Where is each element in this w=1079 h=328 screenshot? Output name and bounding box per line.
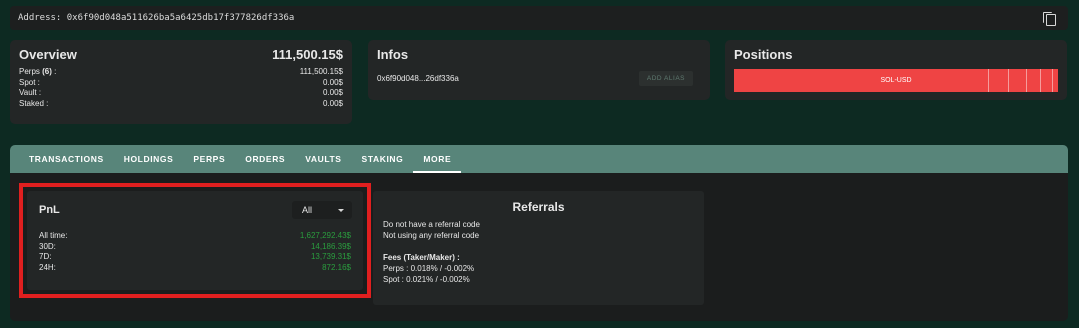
overview-spot-value: 0.00$ [322, 77, 343, 87]
pnl-24h-label: 24H: [39, 262, 56, 272]
tab-more[interactable]: MORE [413, 145, 462, 173]
pnl-row-7d: 7D: 13,739.31$ [39, 252, 351, 263]
overview-staked-label: Staked : [19, 98, 49, 108]
tab-transactions[interactable]: TRANSACTIONS [19, 145, 114, 173]
referral-usage-status: Not using any referral code [383, 231, 480, 240]
pnl-24h-value: 872.16$ [322, 262, 351, 272]
position-bar-divider [1008, 69, 1009, 92]
overview-perps-suffix: : [51, 67, 57, 76]
tab-orders[interactable]: ORDERS [235, 145, 295, 173]
tab-perps[interactable]: PERPS [183, 145, 235, 173]
address-text: Address: 0x6f90d048a511626ba5a6425db17f3… [18, 13, 295, 23]
pnl-range-select[interactable]: All [292, 201, 352, 219]
position-bar-label: SOL-USD [880, 77, 912, 84]
pnl-7d-value: 13,739.31$ [310, 252, 351, 261]
pnl-card: PnL All All time: 1,627,292.43$ 30D: 14,… [27, 191, 363, 290]
chevron-down-icon [338, 208, 344, 212]
address-bar: Address: 0x6f90d048a511626ba5a6425db17f3… [10, 6, 1068, 30]
overview-vault-label: Vault : [19, 88, 42, 97]
overview-perps-count: (6) [42, 67, 52, 76]
overview-spot-label: Spot : [19, 77, 40, 87]
tab-holdings[interactable]: HOLDINGS [114, 145, 184, 173]
short-address: 0x6f90d048...26df336a [377, 74, 459, 83]
pnl-row-all-time: All time: 1,627,292.43$ [39, 231, 351, 242]
pnl-all-time-value: 1,627,292.43$ [299, 231, 351, 240]
overview-perps-value: 111,500.15$ [299, 67, 343, 76]
pnl-row-30d: 30D: 14,186.39$ [39, 242, 351, 253]
pnl-row-24h: 24H: 872.16$ [39, 263, 351, 274]
pnl-range-value: All [302, 205, 313, 215]
overview-staked-value: 0.00$ [322, 98, 343, 108]
overview-title: Overview [19, 47, 77, 62]
spot-fees: Spot : 0.021% / -0.002% [383, 275, 470, 284]
tab-vaults[interactable]: VAULTS [295, 145, 351, 173]
referrals-title: Referrals [512, 200, 565, 214]
pnl-30d-label: 30D: [39, 241, 56, 251]
positions-card: Positions SOL-USD [725, 40, 1067, 100]
position-bar-sol-usd[interactable]: SOL-USD [734, 69, 1058, 92]
pnl-title: PnL [39, 204, 60, 216]
referral-code-status: Do not have a referral code [383, 220, 480, 229]
perps-fees: Perps : 0.018% / -0.002% [383, 264, 475, 273]
copy-icon[interactable] [1042, 11, 1056, 26]
overview-total: 111,500.15$ [272, 47, 343, 62]
add-alias-button[interactable]: ADD ALIAS [638, 71, 693, 86]
overview-row-staked: Staked : 0.00$ [19, 99, 343, 110]
infos-card: Infos 0x6f90d048...26df336a ADD ALIAS [368, 40, 710, 100]
pnl-7d-label: 7D: [39, 252, 52, 261]
overview-card: Overview 111,500.15$ Perps (6) : 111,500… [10, 40, 352, 124]
overview-row-perps: Perps (6) : 111,500.15$ [19, 67, 343, 78]
pnl-all-time-label: All time: [39, 231, 68, 240]
overview-row-spot: Spot : 0.00$ [19, 78, 343, 89]
overview-perps-label: Perps [19, 67, 40, 76]
overview-vault-value: 0.00$ [322, 88, 343, 97]
tab-bar: TRANSACTIONS HOLDINGS PERPS ORDERS VAULT… [10, 145, 1068, 173]
overview-row-vault: Vault : 0.00$ [19, 88, 343, 99]
position-bar-divider [988, 69, 989, 92]
position-bar-divider [1026, 69, 1027, 92]
infos-title: Infos [377, 47, 409, 62]
pnl-30d-value: 14,186.39$ [310, 241, 351, 251]
referrals-card: Referrals Do not have a referral code No… [373, 191, 704, 305]
tab-staking[interactable]: STAKING [352, 145, 414, 173]
positions-title: Positions [734, 47, 793, 62]
fees-title: Fees (Taker/Maker) : [383, 253, 460, 262]
position-bar-divider [1040, 69, 1041, 92]
position-bar-divider [1052, 69, 1053, 92]
